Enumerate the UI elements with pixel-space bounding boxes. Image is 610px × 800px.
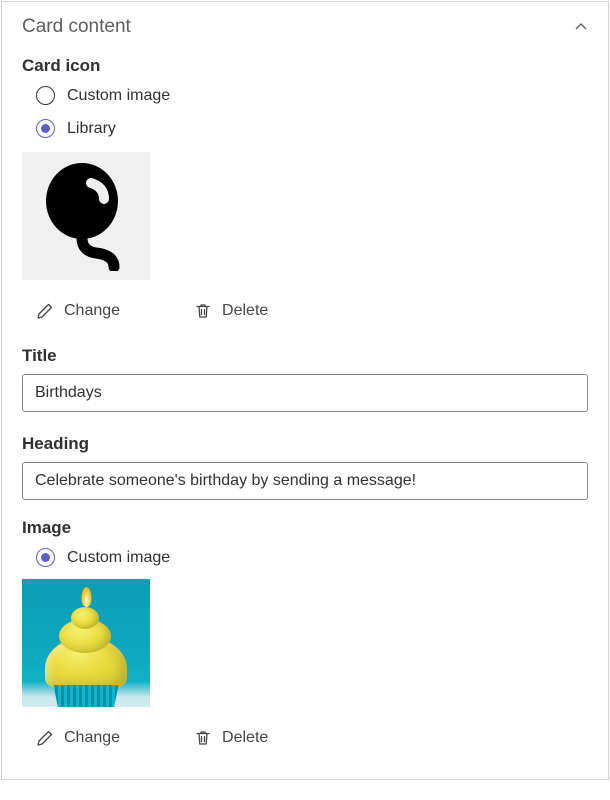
panel-title: Card content [22,16,131,38]
title-field-group: Title [22,346,588,412]
pencil-icon [36,729,54,747]
trash-icon [194,302,212,320]
radio-custom-image[interactable]: Custom image [36,86,588,105]
panel-header: Card content [2,2,608,48]
title-label: Title [22,346,588,366]
chevron-up-icon [574,20,588,34]
heading-field-group: Heading [22,434,588,500]
image-section: Image Custom image [22,518,588,751]
radio-circle [36,548,55,567]
change-label: Change [64,729,120,747]
panel-body: Card icon Custom image Library Change [2,56,608,779]
radio-dot [41,124,50,133]
icon-action-row: Change Delete [34,298,588,324]
image-action-row: Change Delete [34,725,588,751]
delete-image-button[interactable]: Delete [192,725,270,751]
card-icon-label: Card icon [22,56,588,76]
trash-icon [194,729,212,747]
delete-label: Delete [222,729,268,747]
pencil-icon [36,302,54,320]
collapse-toggle[interactable] [574,20,588,34]
heading-input[interactable] [22,462,588,500]
delete-label: Delete [222,302,268,320]
radio-image-custom[interactable]: Custom image [36,548,588,567]
image-preview[interactable] [22,579,150,707]
cupcake-image [22,579,150,707]
radio-label: Custom image [67,87,170,105]
heading-label: Heading [22,434,588,454]
radio-circle [36,86,55,105]
icon-preview[interactable] [22,152,150,280]
radio-library[interactable]: Library [36,119,588,138]
card-content-panel: Card content Card icon Custom image Libr… [1,1,609,780]
radio-dot [41,553,50,562]
radio-label: Custom image [67,549,170,567]
image-radio-group: Custom image [36,548,588,567]
image-label: Image [22,518,588,538]
change-label: Change [64,302,120,320]
change-icon-button[interactable]: Change [34,298,122,324]
delete-icon-button[interactable]: Delete [192,298,270,324]
radio-circle [36,119,55,138]
card-icon-radio-group: Custom image Library [36,86,588,138]
title-input[interactable] [22,374,588,412]
change-image-button[interactable]: Change [34,725,122,751]
balloon-icon [36,161,136,271]
radio-label: Library [67,120,116,138]
